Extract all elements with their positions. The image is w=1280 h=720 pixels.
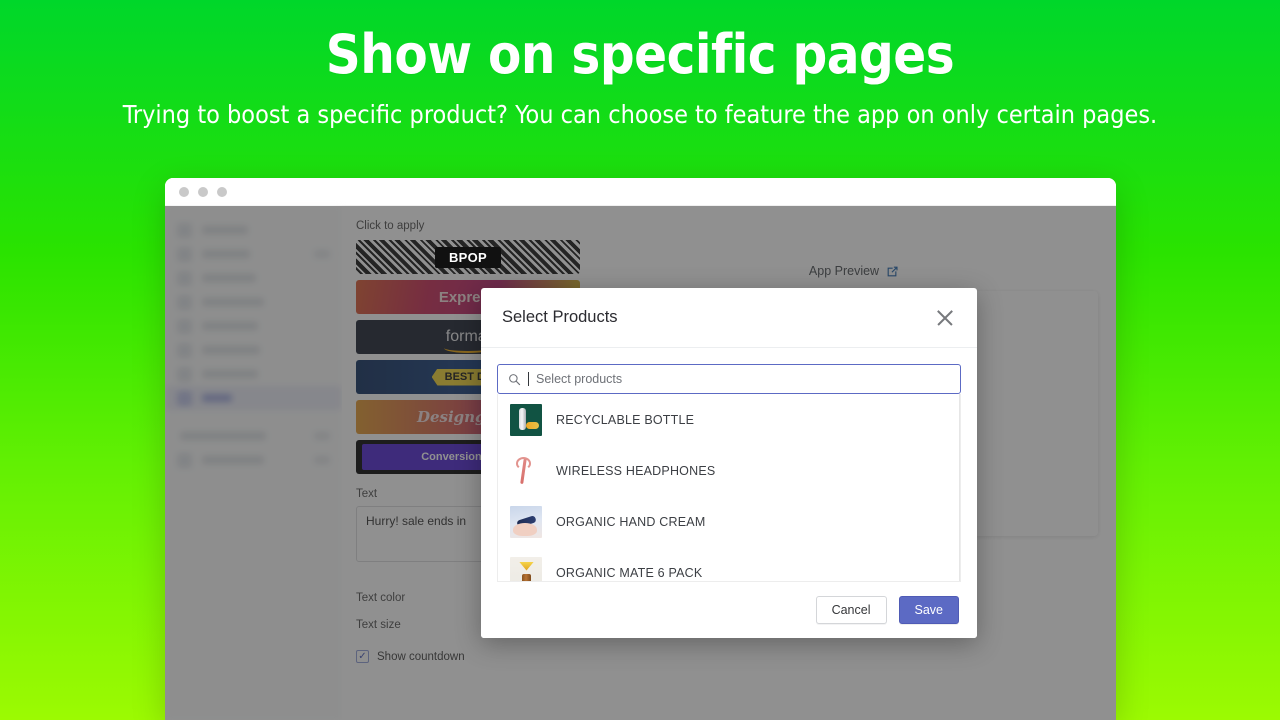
- product-thumbnail: [510, 505, 542, 538]
- product-name: WIRELESS HEADPHONES: [556, 463, 716, 478]
- product-list[interactable]: RECYCLABLE BOTTLE WIRELESS HEADPHONES OR…: [497, 394, 961, 582]
- list-item[interactable]: RECYCLABLE BOTTLE: [498, 394, 960, 445]
- search-icon: [509, 373, 521, 385]
- banner-label: BPOP: [434, 246, 502, 268]
- search-placeholder: Select products: [536, 372, 623, 386]
- list-item[interactable]: ORGANIC HAND CREAM: [498, 496, 960, 547]
- window-titlebar: [165, 178, 1116, 206]
- select-products-modal: Select Products Select products RECYCLAB…: [481, 288, 977, 638]
- list-scrollbar[interactable]: [959, 394, 960, 581]
- product-name: ORGANIC MATE 6 PACK: [556, 565, 703, 580]
- save-button[interactable]: Save: [898, 596, 959, 624]
- product-thumbnail: [510, 454, 542, 487]
- cancel-button[interactable]: Cancel: [815, 596, 887, 624]
- list-item[interactable]: WIRELESS HEADPHONES: [498, 445, 960, 496]
- product-name: RECYCLABLE BOTTLE: [556, 412, 695, 427]
- product-thumbnail: [510, 403, 542, 436]
- page-subtitle: Trying to boost a specific product? You …: [122, 100, 1158, 129]
- modal-header: Select Products: [481, 288, 977, 348]
- text-caret: [528, 372, 529, 386]
- search-input[interactable]: Select products: [497, 364, 961, 394]
- modal-footer: Cancel Save: [481, 582, 977, 638]
- product-thumbnail: [510, 556, 542, 581]
- close-dot[interactable]: [179, 186, 189, 197]
- close-icon[interactable]: [934, 307, 956, 329]
- zoom-dot[interactable]: [217, 186, 227, 197]
- page-title: Show on specific pages: [325, 23, 955, 86]
- hero-section: Show on specific pages Trying to boost a…: [0, 0, 1280, 130]
- list-item[interactable]: ORGANIC MATE 6 PACK: [498, 547, 960, 581]
- minimize-dot[interactable]: [198, 186, 208, 197]
- product-name: ORGANIC HAND CREAM: [556, 514, 706, 529]
- modal-body: Select products RECYCLABLE BOTTLE WIRELE…: [481, 348, 977, 582]
- modal-title: Select Products: [502, 308, 618, 326]
